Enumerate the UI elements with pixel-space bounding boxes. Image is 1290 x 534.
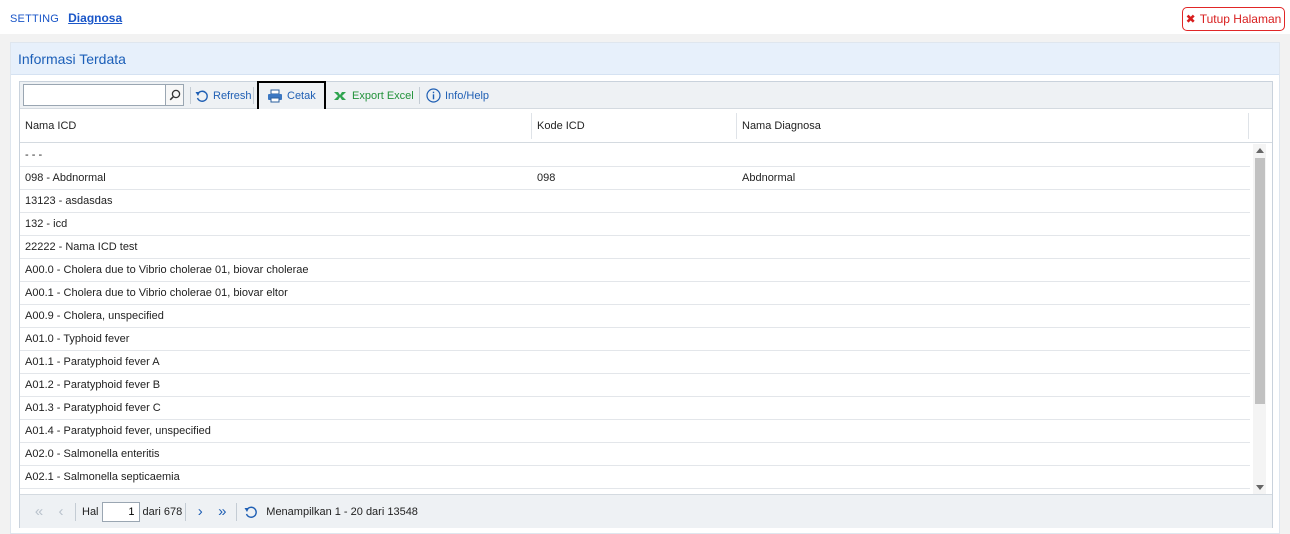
table-cell: 098 — [537, 172, 556, 184]
toolbar-separator — [253, 87, 254, 104]
search-input[interactable] — [23, 84, 166, 106]
search-icon — [169, 89, 180, 101]
page-number-input[interactable] — [101, 501, 140, 522]
pager-separator — [236, 502, 238, 521]
info-icon — [426, 88, 441, 103]
first-page-icon[interactable]: « — [28, 501, 50, 523]
close-icon: ✖ — [1185, 12, 1196, 26]
previous-page-icon[interactable]: ‹ — [50, 501, 72, 523]
breadcrumb-root[interactable]: SETTING — [10, 13, 59, 25]
table-row[interactable]: A02.0 - Salmonella enteritis — [20, 443, 1250, 466]
table-cell: A00.9 - Cholera, unspecified — [25, 310, 164, 322]
table-row[interactable]: 098 - Abdnormal 098 Abdnormal — [20, 167, 1250, 190]
scroll-up-arrow-icon[interactable] — [1256, 148, 1264, 153]
top-bar: SETTING Diagnosa ✖ Tutup Halaman — [0, 0, 1290, 34]
toolbar-separator — [419, 87, 420, 104]
next-page-icon[interactable]: › — [189, 501, 211, 523]
data-grid: Refresh Cetak Export Excel Info/Help Nam… — [19, 81, 1273, 528]
table-cell: A01.3 - Paratyphoid fever C — [25, 402, 161, 414]
table-row[interactable]: A00.0 - Cholera due to Vibrio cholerae 0… — [20, 259, 1250, 282]
breadcrumb: SETTING Diagnosa — [10, 11, 122, 25]
page-total-label: dari 678 — [142, 505, 183, 518]
page-summary: Menampilkan 1 - 20 dari 13548 — [266, 505, 418, 518]
search-button[interactable] — [165, 84, 184, 106]
table-row[interactable]: A00.9 - Cholera, unspecified — [20, 305, 1250, 328]
column-header-kode-icd[interactable]: Kode ICD — [532, 109, 585, 143]
export-excel-label: Export Excel — [352, 89, 414, 102]
printer-icon — [268, 89, 282, 103]
column-divider[interactable] — [1248, 113, 1249, 139]
info-help-button[interactable]: Info/Help — [426, 85, 489, 106]
page-label: Hal — [82, 505, 99, 518]
column-header-nama-diagnosa[interactable]: Nama Diagnosa — [737, 109, 821, 143]
breadcrumb-current[interactable]: Diagnosa — [68, 11, 122, 25]
table-row[interactable]: - - - — [20, 144, 1250, 167]
table-cell: A01.0 - Typhoid fever — [25, 333, 130, 345]
table-cell: - - - — [25, 149, 43, 161]
close-page-label: Tutup Halaman — [1199, 12, 1282, 26]
table-cell: A01.2 - Paratyphoid fever B — [25, 379, 161, 391]
last-page-icon[interactable]: » — [211, 501, 233, 523]
table-row[interactable]: A01.1 - Paratyphoid fever A — [20, 351, 1250, 374]
close-page-button[interactable]: ✖ Tutup Halaman — [1182, 7, 1285, 31]
table-cell: 22222 - Nama ICD test — [25, 241, 138, 253]
pagination-bar: « ‹ Hal dari 678 › » Menampilkan 1 - 20 … — [20, 494, 1272, 528]
table-row[interactable]: A02.1 - Salmonella septicaemia — [20, 466, 1250, 489]
column-header-nama-icd[interactable]: Nama ICD — [20, 109, 76, 143]
grid-toolbar: Refresh Cetak Export Excel Info/Help — [20, 81, 1272, 111]
table-row[interactable]: A01.4 - Paratyphoid fever, unspecified — [20, 420, 1250, 443]
pager-separator — [185, 502, 187, 521]
table-cell: A01.4 - Paratyphoid fever, unspecified — [25, 425, 211, 437]
table-row[interactable]: A00.1 - Cholera due to Vibrio cholerae 0… — [20, 282, 1250, 305]
export-excel-button[interactable]: Export Excel — [332, 85, 414, 106]
table-cell: A02.1 - Salmonella septicaemia — [25, 471, 180, 483]
table-row[interactable]: A01.3 - Paratyphoid fever C — [20, 397, 1250, 420]
export-excel-icon — [334, 91, 346, 100]
pager-separator — [75, 502, 76, 521]
panel-title: Informasi Terdata — [11, 43, 1279, 75]
table-cell: A00.0 - Cholera due to Vibrio cholerae 0… — [25, 264, 309, 276]
table-cell: A01.1 - Paratyphoid fever A — [25, 356, 160, 368]
table-header: Nama ICD Kode ICD Nama Diagnosa — [20, 109, 1272, 143]
table-row[interactable]: 13123 - asdasdas — [20, 190, 1250, 213]
table-row[interactable]: 22222 - Nama ICD test — [20, 236, 1250, 259]
refresh-button[interactable]: Refresh — [195, 85, 252, 106]
pager-refresh-icon[interactable] — [240, 501, 262, 523]
table-row[interactable]: A01.2 - Paratyphoid fever B — [20, 374, 1250, 397]
info-panel: Informasi Terdata Refresh Cetak Export E… — [10, 42, 1280, 534]
table-cell: A02.0 - Salmonella enteritis — [25, 448, 160, 460]
refresh-icon — [195, 90, 208, 102]
info-help-label: Info/Help — [445, 89, 490, 102]
scroll-down-arrow-icon[interactable] — [1256, 485, 1264, 490]
table-row[interactable]: 132 - icd — [20, 213, 1250, 236]
table-cell: 098 - Abdnormal — [25, 172, 106, 184]
print-label: Cetak — [287, 90, 316, 102]
print-button[interactable]: Cetak — [257, 81, 326, 111]
table-row[interactable]: A01.0 - Typhoid fever — [20, 328, 1250, 351]
table-cell: 132 - icd — [25, 218, 68, 230]
table-cell: A00.1 - Cholera due to Vibrio cholerae 0… — [25, 287, 288, 299]
table-cell: Abdnormal — [742, 172, 796, 184]
scrollbar-thumb[interactable] — [1255, 158, 1265, 404]
toolbar-separator — [190, 87, 191, 104]
table-body: - - - 098 - Abdnormal 098 Abdnormal 13123 - … — [20, 144, 1250, 494]
table-cell: 13123 - asdasdas — [25, 195, 113, 207]
refresh-label: Refresh — [213, 89, 252, 102]
vertical-scrollbar[interactable] — [1253, 144, 1266, 494]
